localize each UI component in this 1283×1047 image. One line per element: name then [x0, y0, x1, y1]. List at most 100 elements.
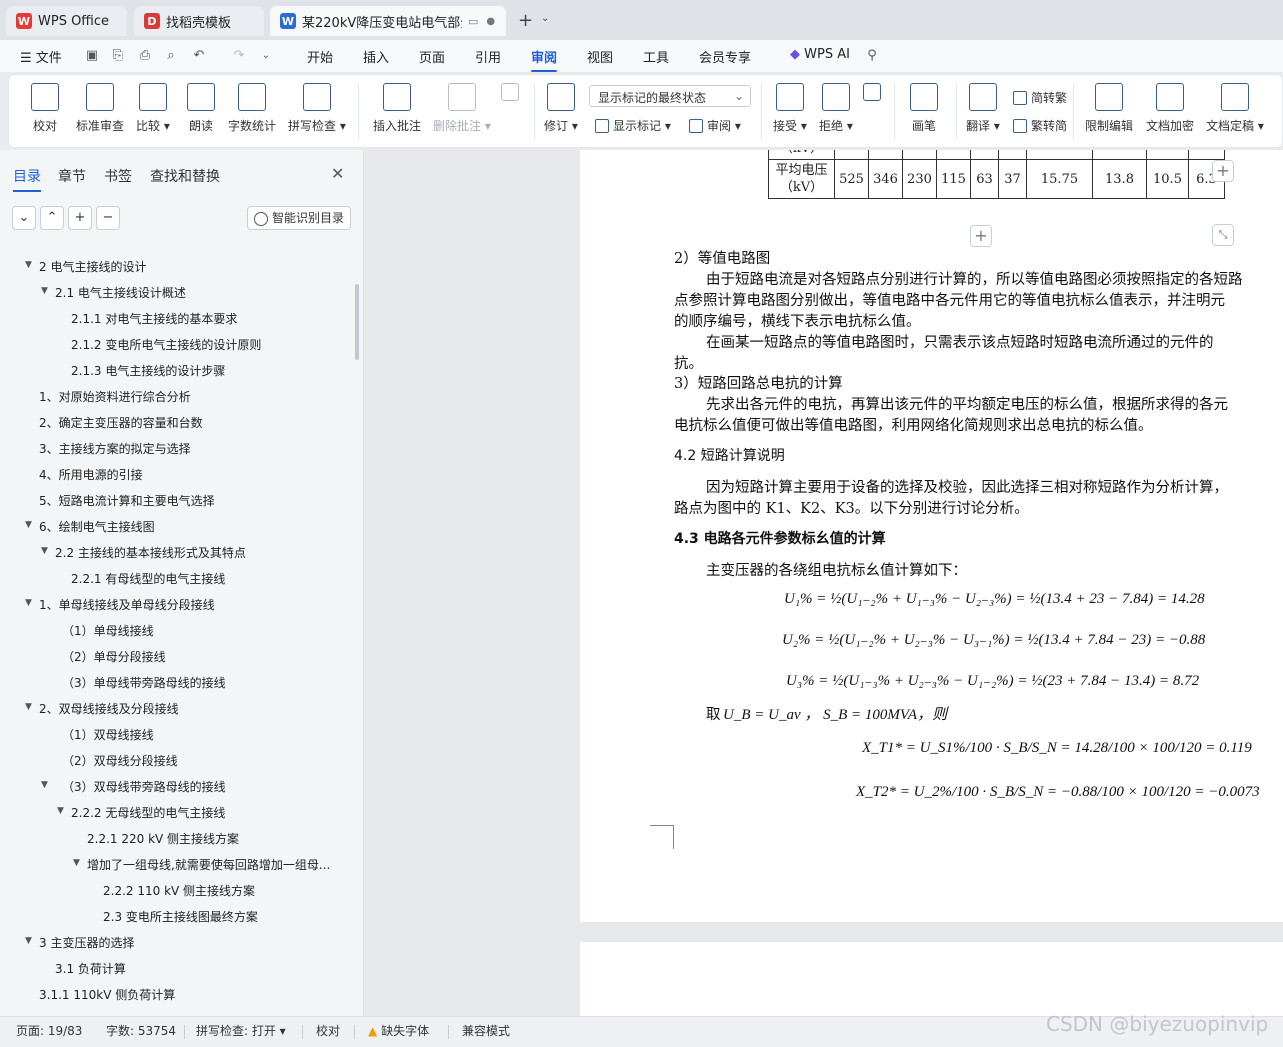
spell-check-status[interactable]: 拼写检查: 打开 ▾: [196, 1022, 286, 1039]
search-icon[interactable]: ⚲: [864, 48, 880, 64]
toc-item[interactable]: 2.3 变电所主接线图最终方案: [103, 908, 258, 925]
tree-expand-icon[interactable]: ▼: [25, 702, 32, 712]
trad-to-simp-button[interactable]: 繁转简: [1013, 117, 1067, 134]
review-pane-button[interactable]: 审阅 ▾: [689, 117, 741, 134]
redo-icon[interactable]: ↷: [231, 48, 247, 64]
toc-item[interactable]: 2.2.2 无母线型的电气主接线: [71, 804, 225, 821]
menu-review[interactable]: 审阅: [531, 47, 558, 72]
tab-find-replace[interactable]: 查找和替换: [150, 166, 220, 186]
print-icon[interactable]: ⎙: [137, 48, 153, 64]
expand-down-button[interactable]: ⌄: [12, 206, 36, 230]
menu-reference[interactable]: 引用: [475, 47, 501, 66]
tree-expand-icon[interactable]: ▼: [41, 286, 48, 296]
toc-item[interactable]: （2）单母分段接线: [62, 648, 166, 665]
undo-icon[interactable]: ↶: [191, 48, 207, 64]
toc-item[interactable]: 2.1 电气主接线设计概述: [55, 284, 186, 301]
proofread-button[interactable]: 校对: [31, 83, 59, 134]
tab-toc[interactable]: 目录: [13, 166, 41, 192]
toc-item[interactable]: 2、确定主变压器的容量和台数: [39, 414, 203, 431]
add-heading-button[interactable]: +: [68, 206, 92, 230]
simp-to-trad-button[interactable]: 简转繁: [1013, 89, 1067, 106]
toc-item[interactable]: 2.2.1 有母线型的电气主接线: [71, 570, 225, 587]
screen-icon[interactable]: ▭: [468, 15, 478, 28]
tab-wps-office[interactable]: W WPS Office: [6, 6, 127, 36]
toc-item[interactable]: （1）双母线接线: [62, 726, 154, 743]
tab-bookmark[interactable]: 书签: [104, 166, 132, 186]
proof-status[interactable]: 校对: [316, 1022, 340, 1039]
toc-item[interactable]: （3）双母线带旁路母线的接线: [62, 778, 226, 795]
panel-scrollbar[interactable]: [355, 284, 359, 360]
toc-item[interactable]: 2.1.2 变电所电气主接线的设计原则: [71, 336, 261, 353]
menu-insert[interactable]: 插入: [363, 47, 389, 66]
read-aloud-button[interactable]: 朗读: [187, 83, 215, 134]
table-resize-icon[interactable]: ⤡: [1212, 224, 1234, 246]
export-icon[interactable]: ⎘: [110, 48, 126, 64]
close-icon[interactable]: ✕: [331, 164, 344, 183]
menu-tools[interactable]: 工具: [643, 47, 669, 66]
reject-button[interactable]: 拒绝 ▾: [819, 83, 853, 134]
encrypt-button[interactable]: 文档加密: [1146, 83, 1194, 134]
tree-expand-icon[interactable]: ▼: [25, 936, 32, 946]
toc-item[interactable]: 5、短路电流计算和主要电气选择: [39, 492, 215, 509]
toc-item[interactable]: 3.1 负荷计算: [55, 960, 126, 977]
revise-button[interactable]: 修订 ▾: [544, 83, 578, 134]
toc-item[interactable]: 2.1.3 电气主接线的设计步骤: [71, 362, 225, 379]
translate-button[interactable]: 翻译 ▾: [966, 83, 1000, 134]
toc-item[interactable]: 4、所用电源的引接: [39, 466, 143, 483]
add-row-button[interactable]: +: [970, 225, 992, 247]
toc-item[interactable]: 2.2.1 220 kV 侧主接线方案: [87, 830, 239, 847]
compat-mode-status[interactable]: 兼容模式: [462, 1022, 510, 1039]
tree-expand-icon[interactable]: ▼: [25, 260, 32, 270]
word-count-button[interactable]: 字数统计: [228, 83, 276, 134]
unsaved-dot-icon[interactable]: ●: [486, 16, 495, 27]
show-markup-button[interactable]: 显示标记 ▾: [595, 117, 671, 134]
tree-expand-icon[interactable]: ▼: [73, 858, 80, 868]
tab-document[interactable]: W 某220kV降压变电站电气部分 ▭ ●: [270, 6, 506, 36]
quick-access-chevron-icon[interactable]: ⌄: [258, 48, 274, 64]
standard-review-button[interactable]: 标准审查: [76, 83, 124, 134]
toc-item[interactable]: 3.1.1 110kV 侧负荷计算: [39, 986, 175, 1003]
file-menu[interactable]: ☰ 文件: [20, 47, 62, 66]
menu-member[interactable]: 会员专享: [699, 47, 751, 66]
finalize-button[interactable]: 文档定稿 ▾: [1206, 83, 1264, 134]
toc-item[interactable]: 2.2.2 110 kV 侧主接线方案: [103, 882, 255, 899]
toc-item[interactable]: 1、单母线接线及单母线分段接线: [39, 596, 215, 613]
toc-item[interactable]: 2 电气主接线的设计: [39, 258, 146, 275]
tree-expand-icon[interactable]: ▼: [25, 598, 32, 608]
remove-heading-button[interactable]: −: [96, 206, 120, 230]
menu-page[interactable]: 页面: [419, 47, 445, 66]
tab-docer-template[interactable]: D 找稻壳模板: [134, 6, 264, 36]
insert-comment-button[interactable]: 插入批注: [373, 83, 421, 134]
accept-button[interactable]: 接受 ▾: [773, 83, 807, 134]
toc-item[interactable]: 增加了一组母线,就需要使每回路增加一组母...: [87, 856, 330, 873]
tree-expand-icon[interactable]: ▼: [57, 806, 64, 816]
word-count-indicator[interactable]: 字数: 53754: [106, 1022, 176, 1039]
page-indicator[interactable]: 页面: 19/83: [16, 1022, 82, 1039]
toc-item[interactable]: 2、双母线接线及分段接线: [39, 700, 179, 717]
new-tab-plus-icon[interactable]: +: [518, 10, 533, 31]
tree-expand-icon[interactable]: ▼: [41, 546, 48, 556]
pen-button[interactable]: 画笔: [910, 83, 938, 134]
tab-chapter[interactable]: 章节: [58, 166, 86, 186]
tree-expand-icon[interactable]: ▼: [41, 780, 48, 790]
toc-item[interactable]: 3、主接线方案的拟定与选择: [39, 440, 191, 457]
compare-button[interactable]: 比较 ▾: [136, 83, 170, 134]
toc-item[interactable]: 2.1.1 对电气主接线的基本要求: [71, 310, 237, 327]
save-icon[interactable]: ▣: [84, 48, 100, 64]
toc-item[interactable]: 3 主变压器的选择: [39, 934, 134, 951]
tab-list-chevron-icon[interactable]: ⌄: [541, 13, 549, 24]
toc-item[interactable]: 2.2 主接线的基本接线形式及其特点: [55, 544, 246, 561]
spell-check-button[interactable]: 拼写检查 ▾: [288, 83, 346, 134]
restrict-edit-button[interactable]: 限制编辑: [1085, 83, 1133, 134]
menu-start[interactable]: 开始: [307, 47, 333, 66]
print-preview-icon[interactable]: ⌕: [163, 48, 179, 64]
menu-view[interactable]: 视图: [587, 47, 613, 66]
wps-ai-button[interactable]: ◆ WPS AI: [790, 47, 850, 62]
tree-expand-icon[interactable]: ▼: [25, 520, 32, 530]
markup-state-dropdown[interactable]: 显示标记的最终状态 ⌄: [589, 85, 751, 107]
prev-change-button[interactable]: [863, 83, 881, 115]
smart-toc-button[interactable]: 智能识别目录: [247, 206, 351, 230]
add-column-button[interactable]: +: [1212, 160, 1234, 182]
toc-item[interactable]: （3）单母线带旁路母线的接线: [62, 674, 226, 691]
toc-item[interactable]: （1）单母线接线: [62, 622, 154, 639]
